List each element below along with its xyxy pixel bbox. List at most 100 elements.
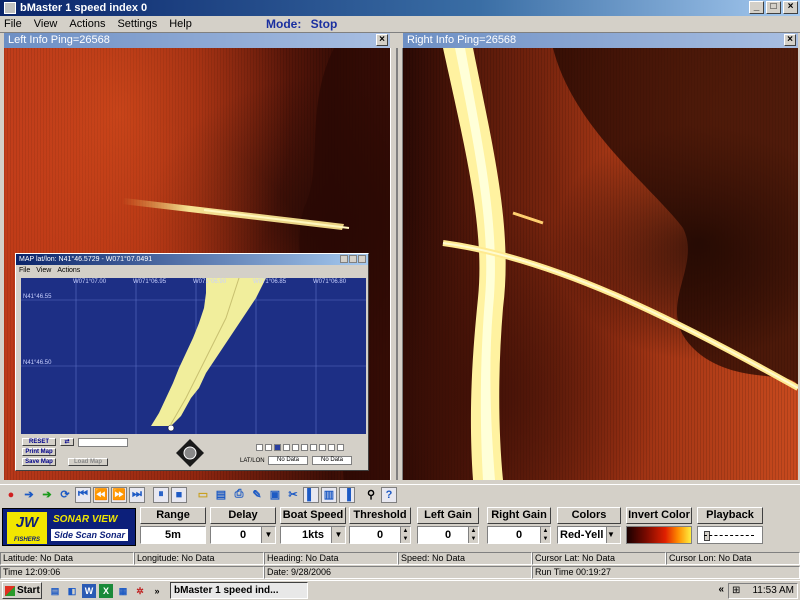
map-minimize-button[interactable] [340,255,348,263]
colors-button[interactable]: Colors [557,507,621,524]
scale-cell[interactable] [283,444,290,451]
refresh-icon[interactable]: ⟳ [57,487,73,503]
spin-arrows-icon[interactable]: ▲ ▼ [400,527,410,543]
map-zoom-button[interactable]: ⇄ [60,438,74,446]
playback-slider-handle[interactable] [704,531,710,541]
scale-cell[interactable] [301,444,308,451]
help-icon[interactable]: ? [381,486,397,503]
scale-cell[interactable] [337,444,344,451]
skip-back-icon[interactable]: ⏮ [75,486,91,503]
invert-color-button[interactable]: Invert Color [626,507,692,524]
acrobat-icon[interactable]: ✲ [133,584,147,598]
menu-view[interactable]: View [34,18,58,30]
tray-expand-icon[interactable]: « [718,584,724,595]
close-button[interactable]: × [783,1,798,14]
left-channel-icon[interactable]: ▌ [303,486,319,503]
color-scale-bar [626,526,692,544]
map-save-button[interactable]: Save Map [22,458,56,466]
skip-forward-icon[interactable]: ⏭ [129,486,145,503]
right-panel-close-button[interactable]: × [784,34,796,46]
boat-speed-select[interactable]: 1kts ▼ [280,526,346,544]
image-icon[interactable]: ▣ [267,487,283,503]
right-gain-stepper[interactable]: 0 ▲ ▼ [487,526,551,544]
map-zoom-input[interactable] [78,438,128,447]
boat-speed-button[interactable]: Boat Speed [280,507,346,524]
panel-divider[interactable] [390,48,403,480]
map-close-button[interactable] [358,255,366,263]
map-lat-label-1: N41°46.55 [23,294,52,300]
left-panel-close-button[interactable]: × [376,34,388,46]
map-maximize-button[interactable] [349,255,357,263]
right-gain-button[interactable]: Right Gain [487,507,551,524]
left-gain-button[interactable]: Left Gain [417,507,479,524]
both-channels-icon[interactable]: ▥ [321,486,337,503]
record-icon[interactable]: ● [3,487,19,503]
pause-icon[interactable]: ⏸ [153,486,169,503]
windows-flag-icon [5,585,15,596]
scale-cell-selected[interactable] [274,444,281,451]
map-canvas[interactable]: W071°07.00 W071°06.95 W071°06.90 W071°06… [21,278,366,434]
scale-cell[interactable] [265,444,272,451]
print-icon[interactable]: ⎙ [231,487,247,503]
maximize-button[interactable]: □ [766,1,781,14]
excel-icon[interactable]: X [99,583,113,598]
spin-arrows-icon[interactable]: ▲ ▼ [468,527,478,543]
start-button[interactable]: Start [2,582,42,599]
chevron-down-icon[interactable]: ▼ [331,527,345,543]
range-button[interactable]: Range [140,507,206,524]
open-folder-icon[interactable]: ▭ [195,487,211,503]
delay-button[interactable]: Delay [210,507,276,524]
menu-help[interactable]: Help [169,18,192,30]
rewind-icon[interactable]: ⏪ [93,486,109,503]
colors-select[interactable]: Red-Yell ▼ [557,526,621,544]
left-gain-stepper[interactable]: 0 ▲ ▼ [417,526,479,544]
stop-icon[interactable]: ■ [171,486,187,503]
scale-cell[interactable] [319,444,326,451]
chevron-down-icon[interactable]: ▼ [261,527,275,543]
playback-button[interactable]: Playback [697,507,763,524]
map-window[interactable]: MAP lat/lon: N41°46.5729 - W071°07.0491 … [15,253,369,471]
map-menu-view[interactable]: View [36,267,51,274]
threshold-button[interactable]: Threshold [349,507,411,524]
clock[interactable]: 11:53 AM [752,585,794,596]
map-reset-button[interactable]: RESET [22,438,56,446]
map-menu-file[interactable]: File [19,267,30,274]
spin-arrows-icon[interactable]: ▲ ▼ [540,527,550,543]
map-scale-selector[interactable] [256,444,344,451]
fast-forward-icon[interactable]: ⏩ [111,486,127,503]
scissors-icon[interactable]: ✂ [285,487,301,503]
scale-cell[interactable] [256,444,263,451]
scale-cell[interactable] [328,444,335,451]
window-title: bMaster 1 speed index 0 [20,2,148,14]
network-icon[interactable]: ⊞ [729,584,740,598]
chevron-right-icon[interactable]: » [150,584,164,598]
scale-cell[interactable] [310,444,317,451]
delay-select[interactable]: 0 ▼ [210,526,276,544]
save-icon[interactable]: ▤ [213,487,229,503]
scale-cell[interactable] [292,444,299,451]
map-pan-control-icon[interactable] [176,439,204,467]
threshold-stepper[interactable]: 0 ▲ ▼ [349,526,411,544]
left-panel-title: Left Info Ping=26568 × [4,33,390,48]
map-load-button[interactable]: Load Map [68,458,108,466]
zoom-icon[interactable]: ⚲ [363,487,379,503]
map-window-controls [340,255,366,263]
menu-actions[interactable]: Actions [69,18,105,30]
taskbar-app-button[interactable]: bMaster 1 speed ind... [170,582,308,599]
chevron-down-icon[interactable]: ▼ [606,527,620,543]
menu-file[interactable]: File [4,18,22,30]
word-icon[interactable]: W [82,583,96,598]
right-channel-icon[interactable]: ▐ [339,486,355,503]
desktop-icon[interactable]: ▤ [48,584,62,598]
menu-settings[interactable]: Settings [117,18,157,30]
playback-slider[interactable] [697,526,763,544]
map-print-button[interactable]: Print Map [22,448,56,456]
right-sonar-view[interactable] [403,48,798,480]
minimize-button[interactable]: _ [749,1,764,14]
arrow-right-green-icon[interactable]: ➔ [39,487,55,503]
measure-icon[interactable]: ✎ [249,487,265,503]
map-menu-actions[interactable]: Actions [57,267,80,274]
outlook-icon[interactable]: ◧ [65,584,79,598]
arrow-right-icon[interactable]: ➔ [21,487,37,503]
explorer-icon[interactable]: ▦ [116,584,130,598]
